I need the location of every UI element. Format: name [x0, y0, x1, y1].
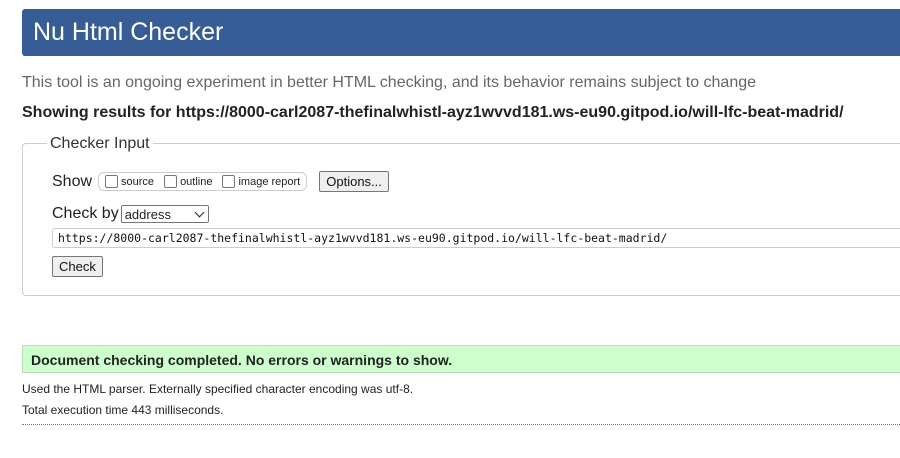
check-by-row: Check by address: [52, 205, 209, 223]
page-title: Nu Html Checker: [33, 18, 224, 46]
checker-input-legend: Checker Input: [47, 135, 153, 153]
source-checkbox-label[interactable]: source: [121, 176, 154, 188]
results-heading: Showing results for https://8000-carl208…: [22, 104, 844, 121]
parser-details: Used the HTML parser. Externally specifi…: [22, 382, 414, 396]
check-by-selected-value: address: [124, 206, 171, 222]
image-report-checkbox-label[interactable]: image report: [238, 176, 300, 188]
image-report-checkbox[interactable]: [222, 175, 236, 188]
outline-checkbox-label[interactable]: outline: [180, 176, 212, 188]
options-button[interactable]: Options...: [319, 171, 389, 192]
chevron-down-icon: [194, 207, 205, 217]
source-checkbox[interactable]: [105, 175, 119, 188]
checker-input-fieldset: Checker Input Show source outline image …: [22, 135, 900, 296]
show-label: Show: [52, 172, 93, 190]
intro-text: This tool is an ongoing experiment in be…: [22, 74, 757, 91]
page-header: Nu Html Checker: [22, 9, 900, 56]
url-input[interactable]: https://8000-carl2087-thefinalwhistl-ayz…: [52, 228, 900, 248]
success-message-box: Document checking completed. No errors o…: [22, 345, 900, 373]
show-options-group: source outline image report: [98, 172, 308, 191]
check-by-label: Check by: [52, 205, 119, 222]
outline-checkbox[interactable]: [164, 175, 178, 188]
success-message: Document checking completed. No errors o…: [31, 352, 453, 368]
divider: [22, 424, 900, 425]
check-by-select[interactable]: address: [120, 205, 209, 223]
show-options-row: Show source outline image report Options…: [52, 171, 389, 192]
execution-time: Total execution time 443 milliseconds.: [22, 403, 224, 417]
check-button[interactable]: Check: [52, 256, 103, 277]
